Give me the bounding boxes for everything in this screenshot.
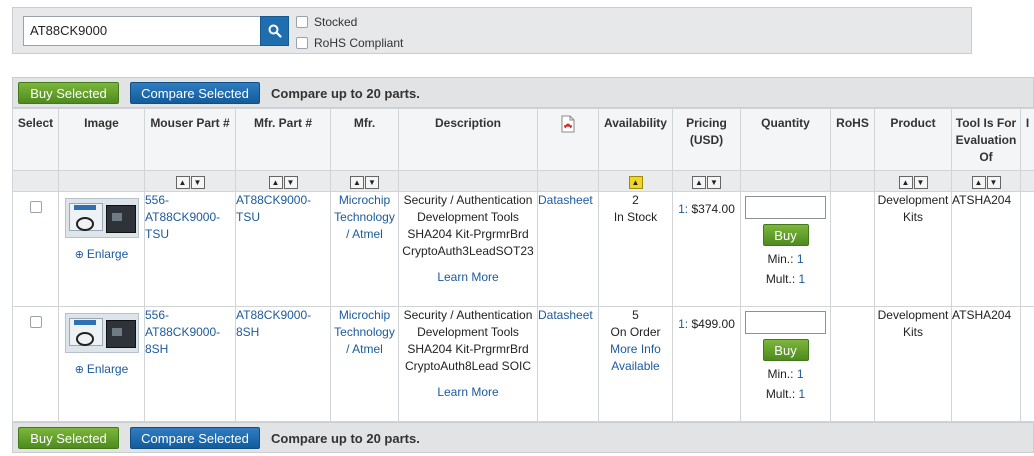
col-pricing: Pricing (USD) <box>672 108 741 171</box>
results-table: Select Image Mouser Part # Mfr. Part # M… <box>12 108 1034 422</box>
product-category: Development Kits <box>877 308 949 339</box>
availability-status: In Stock <box>613 210 658 224</box>
quantity-input[interactable] <box>745 196 826 219</box>
price-value: $499.00 <box>691 317 735 331</box>
sort-mfr: ▲ ▼ <box>350 175 379 189</box>
availability-status: On Order <box>610 325 661 339</box>
sort-mouser-part: ▲ ▼ <box>175 175 205 189</box>
sort-up-icon[interactable]: ▲ <box>350 175 364 189</box>
compare-selected-button[interactable]: Compare Selected <box>130 82 260 104</box>
sort-down-icon[interactable]: ▼ <box>283 175 298 189</box>
search-button[interactable] <box>260 16 289 46</box>
buy-button[interactable]: Buy <box>762 339 809 361</box>
sort-up-icon[interactable]: ▲ <box>971 175 986 189</box>
sort-mfr-part: ▲ ▼ <box>268 175 298 189</box>
learn-more-link[interactable]: Learn More <box>399 269 537 286</box>
stocked-filter[interactable]: Stocked <box>296 15 357 29</box>
table-row: ⊕ Enlarge 556-AT88CK9000-TSU AT88CK9000-T… <box>12 191 1034 307</box>
product-category: Development Kits <box>877 193 949 224</box>
more-info-link[interactable]: More Info Available <box>599 341 672 375</box>
learn-more-link[interactable]: Learn More <box>399 384 537 401</box>
sort-up-icon[interactable]: ▲ <box>628 175 643 189</box>
col-rohs: RoHS <box>830 108 875 171</box>
sort-down-icon[interactable]: ▼ <box>365 175 379 189</box>
col-mouser-part: Mouser Part # <box>144 108 236 171</box>
datasheet-link[interactable]: Datasheet <box>538 308 593 322</box>
sort-availability: ▲ <box>628 175 643 189</box>
product-image[interactable] <box>64 198 139 238</box>
pdf-icon <box>561 115 575 133</box>
sort-up-icon[interactable]: ▲ <box>268 175 283 189</box>
availability-qty: 5 <box>632 308 639 322</box>
col-quantity: Quantity <box>740 108 831 171</box>
compare-selected-button[interactable]: Compare Selected <box>130 427 260 449</box>
price-break[interactable]: 1: <box>678 202 688 216</box>
col-tool-for: Tool Is For Evaluation Of <box>951 108 1021 171</box>
sort-down-icon[interactable]: ▼ <box>190 175 205 189</box>
row-select-checkbox[interactable] <box>29 316 42 328</box>
col-product: Product <box>874 108 952 171</box>
top-toolbar: Buy Selected Compare Selected Compare up… <box>12 77 1034 108</box>
table-row: ⊕ Enlarge 556-AT88CK9000-8SH AT88CK9000-8… <box>12 306 1034 422</box>
sort-down-icon[interactable]: ▼ <box>986 175 1001 189</box>
mouser-part-link[interactable]: 556-AT88CK9000-8SH <box>145 308 220 356</box>
availability-qty: 2 <box>632 193 639 207</box>
rohs-checkbox[interactable] <box>296 37 308 49</box>
tool-for-value: ATSHA204 <box>952 193 1012 207</box>
col-image: Image <box>58 108 145 171</box>
mfr-link[interactable]: Microchip Technology / Atmel <box>334 193 395 241</box>
min-mult-info: Min.: 1 Mult.: 1 <box>765 252 806 286</box>
search-panel: AT88CK9000 Stocked RoHS Compliant <box>12 7 972 54</box>
sort-up-icon[interactable]: ▲ <box>692 175 706 189</box>
compare-note: Compare up to 20 parts. <box>271 86 420 101</box>
col-mfr-part: Mfr. Part # <box>235 108 331 171</box>
description-text: Security / Authentication Development To… <box>403 308 533 373</box>
zoom-in-icon: ⊕ <box>74 364 84 376</box>
enlarge-link[interactable]: ⊕ Enlarge <box>59 246 144 264</box>
sort-up-icon[interactable]: ▲ <box>175 175 190 189</box>
stocked-checkbox[interactable] <box>296 16 308 28</box>
datasheet-link[interactable]: Datasheet <box>538 193 593 207</box>
price-value: $374.00 <box>691 202 735 216</box>
search-icon <box>268 24 282 38</box>
col-mfr: Mfr. <box>330 108 399 171</box>
col-select: Select <box>12 108 59 171</box>
mouser-part-link[interactable]: 556-AT88CK9000-TSU <box>145 193 220 241</box>
sort-up-icon[interactable]: ▲ <box>898 175 913 189</box>
bottom-toolbar: Buy Selected Compare Selected Compare up… <box>12 422 1034 453</box>
stocked-label: Stocked <box>314 15 358 29</box>
enlarge-link[interactable]: ⊕ Enlarge <box>59 361 144 379</box>
product-image[interactable] <box>64 313 139 353</box>
row-select-checkbox[interactable] <box>29 201 42 213</box>
buy-selected-button[interactable]: Buy Selected <box>18 427 119 449</box>
buy-selected-button[interactable]: Buy Selected <box>18 82 119 104</box>
zoom-in-icon: ⊕ <box>74 249 84 261</box>
rohs-filter[interactable]: RoHS Compliant <box>296 36 403 50</box>
mfr-link[interactable]: Microchip Technology / Atmel <box>334 308 395 356</box>
rohs-label: RoHS Compliant <box>314 36 404 50</box>
sort-tool-for: ▲ ▼ <box>971 175 1001 189</box>
sort-down-icon[interactable]: ▼ <box>707 175 721 189</box>
min-mult-info: Min.: 1 Mult.: 1 <box>765 367 806 401</box>
compare-note: Compare up to 20 parts. <box>271 431 420 446</box>
search-input[interactable]: AT88CK9000 <box>23 16 260 46</box>
col-availability: Availability <box>598 108 673 171</box>
tool-for-value: ATSHA204 <box>952 308 1012 322</box>
buy-button[interactable]: Buy <box>762 224 809 246</box>
sort-pricing: ▲ ▼ <box>692 175 721 189</box>
mfr-part-link[interactable]: AT88CK9000-8SH <box>236 308 311 339</box>
sort-row: ▲ ▼ ▲ ▼ ▲ ▼ ▲ ▲ ▼ ▲ ▼ ▲ ▼ <box>12 170 1034 192</box>
col-cutoff: I <box>1020 108 1034 171</box>
col-description: Description <box>398 108 538 171</box>
description-text: Security / Authentication Development To… <box>402 193 534 258</box>
mfr-part-link[interactable]: AT88CK9000-TSU <box>236 193 311 224</box>
header-row: Select Image Mouser Part # Mfr. Part # M… <box>12 108 1034 171</box>
sort-product: ▲ ▼ <box>898 175 928 189</box>
col-datasheet <box>537 108 599 171</box>
sort-down-icon[interactable]: ▼ <box>913 175 928 189</box>
quantity-input[interactable] <box>745 311 826 334</box>
price-break[interactable]: 1: <box>678 317 688 331</box>
